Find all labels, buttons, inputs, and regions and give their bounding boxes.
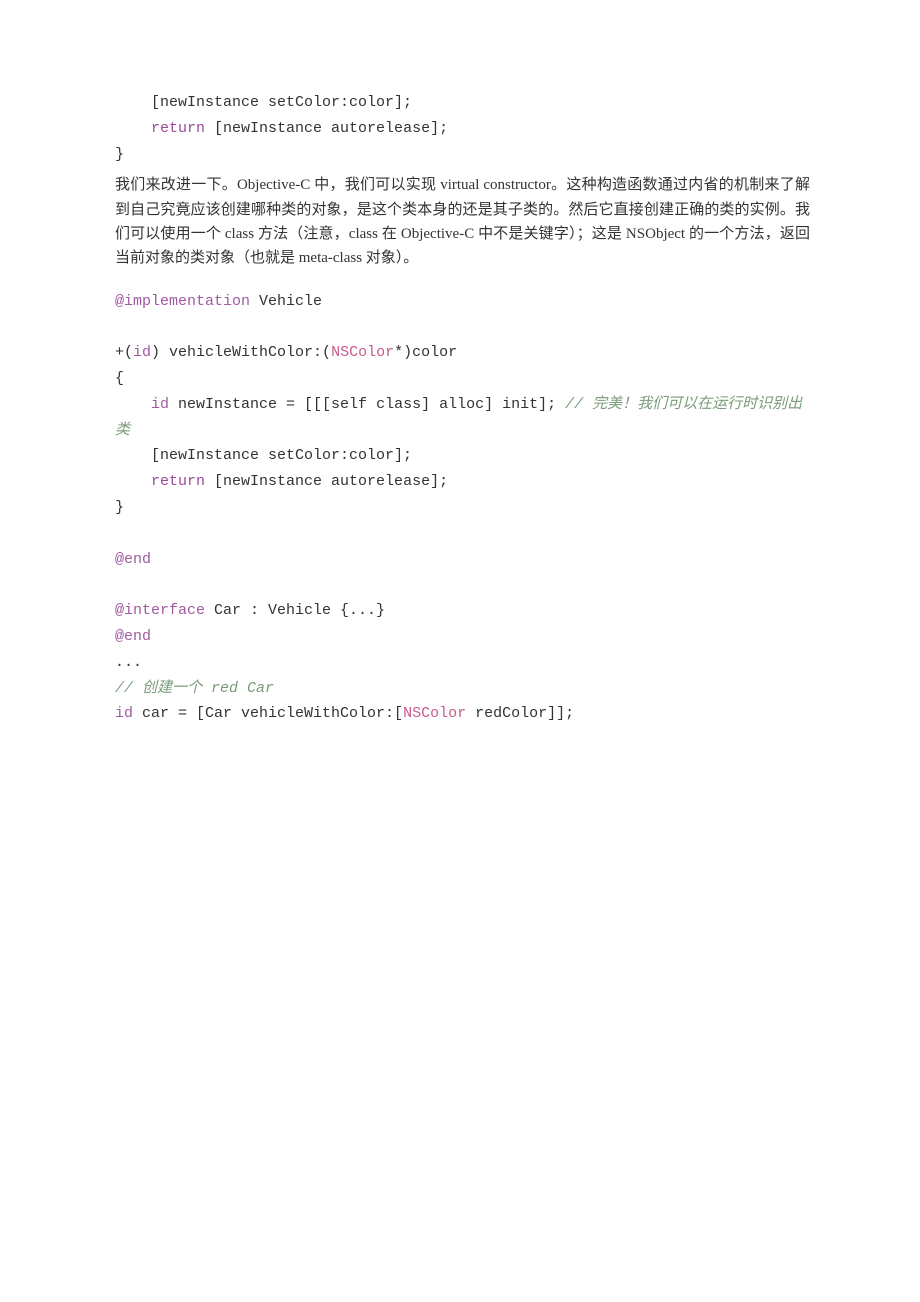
keyword-implementation: @implementation [115, 293, 250, 310]
type-nscolor: NSColor [331, 344, 394, 361]
code-line: @end [115, 624, 810, 650]
keyword-id: id [133, 344, 151, 361]
code-line: +(id) vehicleWithColor:(NSColor*)color [115, 340, 810, 366]
code-line: return [newInstance autorelease]; [115, 469, 810, 495]
code-block-3: @interface Car : Vehicle {...} @end ... … [115, 598, 810, 727]
blank-line [115, 572, 810, 598]
code-line: } [115, 142, 810, 168]
code-line: [newInstance setColor:color]; [115, 90, 810, 116]
code-line: ... [115, 650, 810, 676]
code-line: @interface Car : Vehicle {...} [115, 598, 810, 624]
code-line: return [newInstance autorelease]; [115, 116, 810, 142]
document-page: [newInstance setColor:color]; return [ne… [0, 0, 920, 727]
code-line: { [115, 366, 810, 392]
code-line: @end [115, 547, 810, 573]
blank-line [115, 521, 810, 547]
code-line: id newInstance = [[[self class] alloc] i… [115, 392, 810, 444]
blank-line [115, 314, 810, 340]
keyword-end: @end [115, 628, 151, 645]
code-line: @implementation Vehicle [115, 289, 810, 315]
keyword-return: return [151, 473, 205, 490]
type-nscolor: NSColor [403, 705, 466, 722]
keyword-return: return [151, 120, 205, 137]
code-line: } [115, 495, 810, 521]
code-line: [newInstance setColor:color]; [115, 443, 810, 469]
code-block-1: [newInstance setColor:color]; return [ne… [115, 90, 810, 167]
keyword-id: id [115, 705, 133, 722]
code-line: id car = [Car vehicleWithColor:[NSColor … [115, 701, 810, 727]
prose-paragraph: 我们来改进一下。Objective-C 中，我们可以实现 virtual con… [115, 173, 810, 270]
code-line: // 创建一个 red Car [115, 676, 810, 702]
keyword-id: id [151, 396, 169, 413]
keyword-interface: @interface [115, 602, 205, 619]
keyword-end: @end [115, 551, 151, 568]
code-block-2: @implementation Vehicle +(id) vehicleWit… [115, 289, 810, 573]
